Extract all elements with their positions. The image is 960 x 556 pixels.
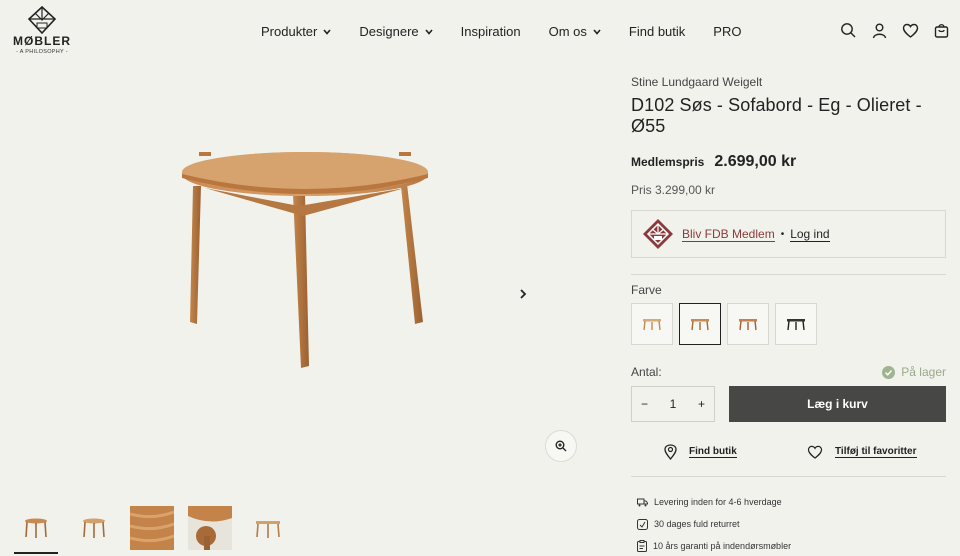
brand-logo[interactable]: MØBLER - A PHILOSOPHY - [12, 6, 72, 55]
thumbnail-1[interactable] [14, 506, 58, 554]
product-title: D102 Søs - Sofabord - Eg - Olieret - Ø55 [631, 95, 922, 136]
main-nav: Produkter Designere Inspiration Om os Fi… [261, 24, 769, 39]
quantity-label: Antal: [631, 365, 662, 379]
nav-item-om-os[interactable]: Om os [549, 24, 601, 39]
nav-item-label: Designere [359, 24, 419, 39]
add-to-favorites-button[interactable]: Tilføj til favoritter [807, 444, 917, 460]
nav-item-label: Produkter [261, 24, 318, 39]
usp-list: Levering inden for 4-6 hverdage 30 dages… [631, 491, 946, 556]
find-store-label: Find butik [689, 446, 737, 458]
product-gallery [0, 64, 600, 556]
thumbnail-4[interactable] [188, 506, 232, 550]
usp-return: 30 dages fuld returret [631, 513, 946, 535]
decrease-quantity-button[interactable]: − [641, 397, 648, 411]
header-icons [840, 22, 950, 39]
zoom-button[interactable] [545, 430, 577, 462]
usp-text: 10 års garanti på indendørsmøbler [653, 541, 792, 551]
usp-warranty: 10 års garanti på indendørsmøbler [631, 535, 946, 556]
divider [631, 274, 946, 275]
usp-text: Levering inden for 4-6 hverdage [654, 497, 782, 507]
chevron-down-icon [425, 28, 433, 35]
nav-item-produkter[interactable]: Produkter [261, 24, 331, 39]
thumbnail-strip [14, 506, 290, 554]
fdb-membership-box: Bliv FDB Medlem • Log ind [631, 210, 946, 258]
divider [631, 476, 946, 477]
login-link[interactable]: Log ind [790, 227, 830, 242]
purchase-row: − 1 + Læg i kurv [631, 386, 946, 422]
return-icon [637, 518, 648, 530]
separator-dot: • [780, 228, 785, 240]
quantity-stepper: − 1 + [631, 386, 715, 422]
nav-item-pro[interactable]: PRO [713, 24, 741, 39]
find-store-button[interactable]: Find butik [664, 444, 807, 460]
quantity-value[interactable]: 1 [670, 397, 677, 411]
join-fdb-link[interactable]: Bliv FDB Medlem [682, 227, 775, 242]
site-header: MØBLER - A PHILOSOPHY - Produkter Design… [0, 0, 960, 64]
increase-quantity-button[interactable]: + [698, 397, 705, 411]
member-price-label: Medlemspris [631, 155, 705, 169]
thumbnail-3[interactable] [130, 506, 174, 550]
thumbnail-5[interactable] [246, 506, 290, 550]
account-icon[interactable] [871, 22, 888, 39]
map-pin-icon [664, 444, 677, 460]
designer-name[interactable]: Stine Lundgaard Weigelt [631, 75, 946, 89]
house-logo-icon [27, 6, 57, 34]
swatch-oak-light[interactable] [631, 303, 673, 345]
regular-price: Pris 3.299,00 kr [631, 183, 716, 197]
usp-text: 30 dages fuld returret [654, 519, 740, 529]
nav-item-inspiration[interactable]: Inspiration [461, 24, 521, 39]
brand-name: MØBLER [13, 34, 71, 48]
member-price: 2.699,00 kr [714, 153, 797, 170]
quantity-row-labels: Antal: På lager [631, 365, 946, 379]
product-info-panel: Stine Lundgaard Weigelt D102 Søs - Sofab… [631, 75, 946, 556]
usp-delivery: Levering inden for 4-6 hverdage [631, 491, 946, 513]
add-to-cart-button[interactable]: Læg i kurv [729, 386, 946, 422]
color-label: Farve [631, 283, 662, 297]
nav-item-label: PRO [713, 24, 742, 39]
swatch-oak-oiled[interactable] [679, 303, 721, 345]
check-circle-icon [882, 365, 896, 379]
stock-label: På lager [901, 365, 946, 379]
clipboard-icon [637, 540, 647, 552]
nav-item-designere[interactable]: Designere [359, 24, 433, 39]
chevron-down-icon [593, 28, 601, 35]
fdb-logo-icon [643, 219, 673, 249]
heart-icon[interactable] [902, 22, 919, 39]
cart-icon[interactable] [933, 22, 950, 39]
product-image[interactable] [175, 144, 435, 374]
swatch-black[interactable] [775, 303, 817, 345]
nav-item-label: Inspiration [460, 24, 521, 39]
color-swatches [631, 303, 946, 345]
heart-icon [807, 445, 823, 459]
member-price-row: Medlemspris 2.699,00 kr [631, 153, 946, 171]
chevron-down-icon [323, 28, 331, 35]
secondary-actions: Find butik Tilføj til favoritter [631, 444, 946, 460]
next-image-arrow-icon[interactable] [514, 285, 532, 303]
search-icon[interactable] [840, 22, 857, 39]
add-to-favorites-label: Tilføj til favoritter [835, 446, 917, 458]
nav-item-label: Om os [548, 24, 587, 39]
brand-tagline: - A PHILOSOPHY - [16, 49, 68, 55]
nav-item-label: Find butik [628, 24, 686, 39]
truck-icon [637, 498, 648, 506]
stock-status: På lager [882, 365, 946, 379]
zoom-in-icon [555, 440, 567, 452]
nav-item-find-butik[interactable]: Find butik [629, 24, 685, 39]
thumbnail-2[interactable] [72, 506, 116, 550]
swatch-oak-warm[interactable] [727, 303, 769, 345]
